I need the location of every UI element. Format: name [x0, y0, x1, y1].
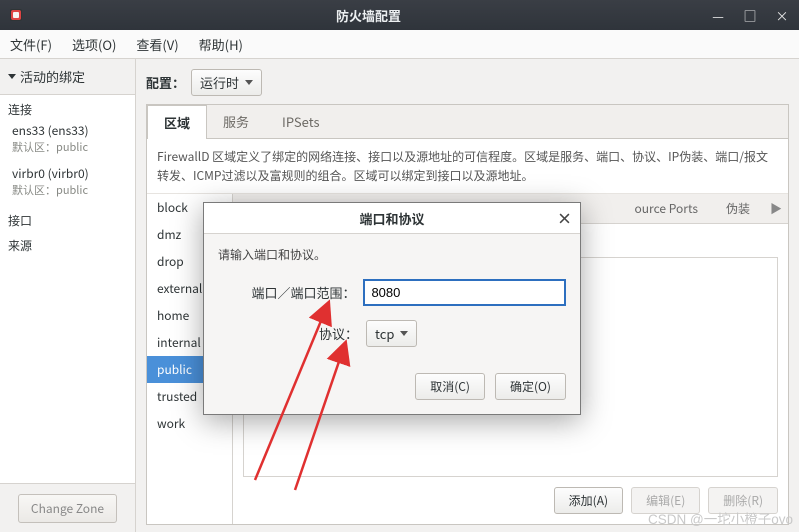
- dialog-titlebar: 端口和协议 ×: [204, 203, 580, 234]
- cancel-button[interactable]: 取消(C): [415, 373, 485, 400]
- sidebar-connection-item[interactable]: ens33 (ens33) 默认区：public: [0, 120, 135, 163]
- protocol-dropdown[interactable]: tcp: [366, 320, 417, 347]
- sidebar-active-bindings-label: 活动的绑定: [20, 67, 85, 86]
- sidebar-connection-item[interactable]: virbr0 (virbr0) 默认区：public: [0, 163, 135, 206]
- zone-description: FirewallD 区域定义了绑定的网络连接、接口以及源地址的可信程度。区域是服…: [147, 139, 788, 194]
- protocol-label: 协议：: [218, 324, 366, 343]
- menu-options[interactable]: 选项(O): [68, 33, 120, 56]
- menu-view[interactable]: 查看(V): [132, 33, 182, 56]
- menu-file[interactable]: 文件(F): [6, 33, 56, 56]
- top-tabs: 区域 服务 IPSets: [147, 105, 788, 139]
- sidebar-active-bindings[interactable]: 活动的绑定: [0, 59, 135, 94]
- sidebar: 活动的绑定 连接 ens33 (ens33) 默认区：public virbr0…: [0, 59, 136, 532]
- port-protocol-dialog: 端口和协议 × 请输入端口和协议。 端口／端口范围： 协议： tcp 取消(C)…: [203, 202, 581, 415]
- tab-zone[interactable]: 区域: [147, 105, 207, 139]
- app-icon: [6, 5, 26, 25]
- subtab-masquerade[interactable]: 伪装: [712, 194, 764, 223]
- sidebar-connection-name: ens33 (ens33): [12, 122, 127, 139]
- subtab-source-ports[interactable]: ource Ports: [621, 194, 712, 223]
- dialog-prompt: 请输入端口和协议。: [218, 246, 566, 263]
- config-label: 配置：: [146, 73, 185, 92]
- sidebar-connection-name: virbr0 (virbr0): [12, 165, 127, 182]
- config-runtime-dropdown[interactable]: 运行时: [191, 69, 262, 96]
- ok-button[interactable]: 确定(O): [495, 373, 566, 400]
- port-range-input[interactable]: [363, 279, 566, 306]
- menu-help[interactable]: 帮助(H): [195, 33, 247, 56]
- window-maximize-icon[interactable]: □: [743, 6, 757, 25]
- menubar: 文件(F) 选项(O) 查看(V) 帮助(H): [0, 30, 799, 59]
- sidebar-connection-zone: 默认区：public: [12, 182, 127, 198]
- add-button[interactable]: 添加(A): [554, 487, 623, 514]
- dialog-title-text: 端口和协议: [359, 209, 424, 228]
- window-title: 防火墙配置: [26, 6, 711, 25]
- tab-ipsets[interactable]: IPSets: [266, 105, 337, 138]
- watermark: CSDN @一坨小橙子ovo: [648, 508, 793, 528]
- sidebar-connection-zone: 默认区：public: [12, 139, 127, 155]
- protocol-value: tcp: [375, 324, 394, 343]
- sidebar-interfaces-label: 接口: [0, 206, 135, 231]
- sidebar-connections-label: 连接: [0, 95, 135, 120]
- window-minimize-icon[interactable]: —: [711, 6, 725, 25]
- sidebar-sources-label: 来源: [0, 231, 135, 256]
- window-close-icon[interactable]: ×: [775, 6, 789, 25]
- port-range-label: 端口／端口范围：: [218, 283, 363, 302]
- tab-services[interactable]: 服务: [207, 105, 266, 138]
- window-titlebar: 防火墙配置 — □ ×: [0, 0, 799, 30]
- dialog-close-icon[interactable]: ×: [557, 208, 572, 229]
- subtab-scroll-right-icon[interactable]: ▶: [764, 196, 788, 221]
- change-zone-button[interactable]: Change Zone: [18, 494, 117, 523]
- config-runtime-value: 运行时: [200, 73, 239, 92]
